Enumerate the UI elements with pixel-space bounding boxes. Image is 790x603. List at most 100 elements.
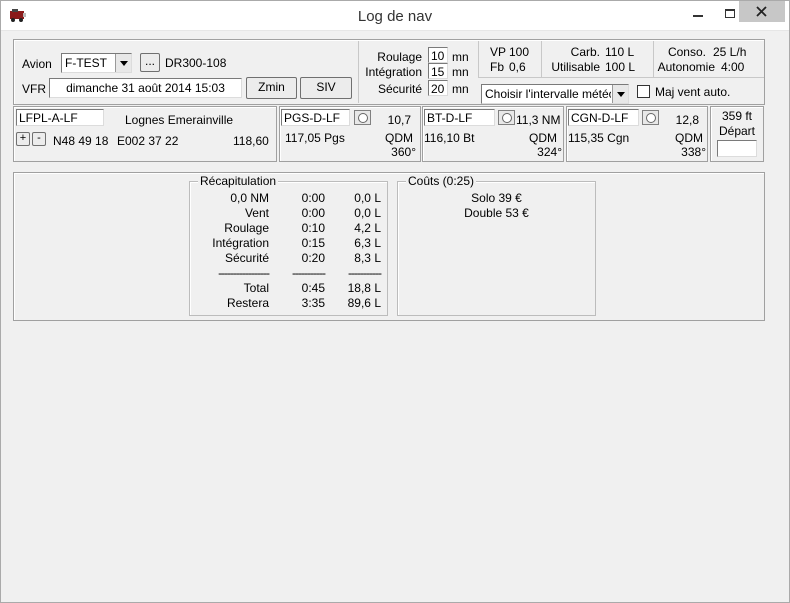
leg-distance: 12,8 — [675, 113, 699, 127]
cost-solo: Solo 39 € — [471, 191, 522, 205]
departure-latitude: N48 49 18 — [53, 134, 109, 148]
leg-distance: 11,3 NM — [516, 113, 561, 127]
recap-row-time: 0:15 — [301, 236, 325, 250]
leg-distance: 10,7 — [387, 113, 411, 127]
autonomy-value: 4:00 — [721, 60, 745, 74]
close-icon — [756, 6, 767, 17]
chevron-down-icon[interactable] — [612, 85, 628, 103]
recap-remaining-fuel: 89,6 L — [347, 296, 381, 310]
recap-row-fuel: 0,0 L — [354, 206, 381, 220]
taxi-unit: mn — [452, 50, 469, 64]
recap-row-fuel: 0,0 L — [354, 191, 381, 205]
recap-remaining-time: 3:35 — [301, 296, 325, 310]
chevron-down-icon[interactable] — [115, 54, 131, 72]
weather-interval-value: Choisir l'intervalle météo — [485, 87, 611, 101]
recap-row-time: 0:10 — [301, 221, 325, 235]
summary-panel — [13, 172, 765, 321]
integration-unit: mn — [452, 65, 469, 79]
zmin-button[interactable]: Zmin — [246, 77, 297, 99]
wind-icon[interactable] — [498, 110, 515, 125]
title-bar[interactable]: Log de nav — [1, 1, 789, 31]
altitude-value: 359 ft — [721, 109, 753, 123]
recap-row-time: 0:00 — [301, 191, 325, 205]
auto-wind-checkbox[interactable] — [637, 85, 650, 98]
vp-label: VP — [490, 45, 507, 59]
leg-qdm-label: QDM — [675, 131, 703, 145]
fuel-capacity-label: Carb. — [570, 45, 600, 59]
date-field[interactable]: dimanche 31 août 2014 15:03 — [49, 78, 242, 98]
taxi-time-input[interactable]: 10 — [428, 47, 448, 63]
consumption-label: Conso. — [667, 45, 706, 59]
main-window: Log de nav Avion F-TEST ... DR300-108 VF… — [0, 0, 790, 603]
departure-code-input[interactable]: LFPL-A-LF — [16, 109, 104, 126]
leg-code-value: PGS-D-LF — [284, 111, 341, 125]
leg-code-input[interactable]: CGN-D-LF — [568, 109, 639, 126]
leg-qdm-value: 338° — [681, 145, 706, 159]
recap-row-time: 0:00 — [301, 206, 325, 220]
fb-label: Fb — [490, 60, 505, 74]
departure-name: Lognes Emerainville — [125, 113, 234, 127]
recap-remaining-label: Restera — [226, 296, 269, 310]
leg-code-input[interactable]: BT-D-LF — [424, 109, 495, 126]
recap-total-fuel: 18,8 L — [347, 281, 381, 295]
add-waypoint-button[interactable]: + — [16, 132, 30, 146]
safety-time-input[interactable]: 20 — [428, 80, 448, 96]
recap-total-time: 0:45 — [301, 281, 325, 295]
divider — [653, 41, 654, 78]
recap-row-label: Sécurité — [224, 251, 269, 265]
altitude-label: Départ — [718, 124, 756, 138]
departure-frequency: 118,60 — [233, 134, 269, 148]
taxi-label: Roulage — [377, 50, 422, 64]
leg-code-value: CGN-D-LF — [571, 111, 629, 125]
leg-frequency: 116,10 Bt — [424, 131, 475, 145]
recap-separator: ----------- — [348, 266, 382, 280]
divider — [541, 41, 542, 78]
recap-separator: ----------------- — [218, 266, 270, 280]
aircraft-select[interactable]: F-TEST — [61, 53, 132, 73]
integration-label: Intégration — [365, 65, 422, 79]
fb-value: 0,6 — [509, 60, 526, 74]
aircraft-model: DR300-108 — [165, 56, 227, 70]
aircraft-label: Avion — [22, 57, 52, 71]
minimize-button[interactable] — [683, 3, 711, 25]
leg-code-value: BT-D-LF — [427, 111, 473, 125]
leg-frequency: 115,35 Cgn — [568, 131, 630, 145]
leg-qdm-value: 324° — [537, 145, 562, 159]
recap-row-label: Intégration — [212, 236, 269, 250]
costs-title: Coûts (0:25) — [406, 174, 477, 188]
leg-frequency: 117,05 Pgs — [285, 131, 345, 145]
close-button[interactable] — [739, 1, 785, 22]
recap-row-fuel: 6,3 L — [354, 236, 381, 250]
aircraft-select-value: F-TEST — [65, 56, 107, 70]
weather-interval-select[interactable]: Choisir l'intervalle météo — [481, 84, 629, 104]
browse-aircraft-button[interactable]: ... — [140, 53, 160, 72]
fuel-capacity-value: 110 L — [605, 45, 635, 59]
departure-longitude: E002 37 22 — [117, 134, 179, 148]
safety-time-value: 20 — [431, 82, 445, 96]
recap-row-time: 0:20 — [301, 251, 325, 265]
cost-double: Double 53 € — [464, 206, 529, 220]
autonomy-label: Autonomie — [657, 60, 715, 74]
leg-qdm-value: 360° — [391, 145, 416, 159]
integration-time-input[interactable]: 15 — [428, 63, 448, 79]
recap-title: Récapitulation — [198, 174, 279, 188]
window-title: Log de nav — [357, 8, 433, 25]
auto-wind-label: Maj vent auto. — [655, 85, 731, 99]
remove-waypoint-button[interactable]: - — [32, 132, 46, 146]
altitude-input[interactable] — [717, 140, 757, 157]
recap-row-fuel: 8,3 L — [354, 251, 381, 265]
leg-qdm-label: QDM — [529, 131, 557, 145]
maximize-icon — [725, 9, 735, 18]
date-value: dimanche 31 août 2014 15:03 — [66, 81, 225, 95]
recap-row-label: Roulage — [224, 221, 269, 235]
vp-value: 100 — [509, 45, 530, 59]
safety-unit: mn — [452, 82, 469, 96]
consumption-value: 25 L/h — [713, 45, 747, 59]
recap-row-label: Vent — [244, 206, 269, 220]
minimize-icon — [693, 15, 703, 17]
usable-fuel-label: Utilisable — [551, 60, 600, 74]
leg-code-input[interactable]: PGS-D-LF — [281, 109, 350, 126]
leg-qdm-label: QDM — [385, 131, 413, 145]
flight-rules-label: VFR — [22, 82, 46, 96]
departure-code-value: LFPL-A-LF — [19, 111, 78, 125]
